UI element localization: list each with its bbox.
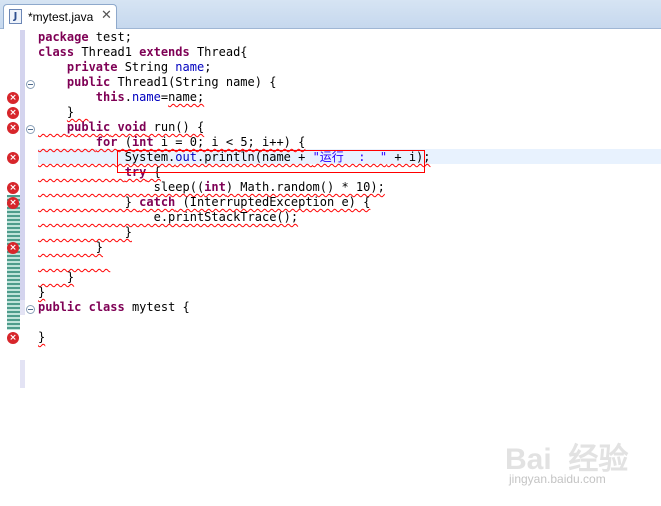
java-file-icon: J (9, 9, 22, 24)
tab-title: *mytest.java (28, 10, 94, 24)
code-line-13[interactable]: e.printStackTrace(); (38, 210, 661, 225)
close-icon[interactable]: ✕ (101, 8, 112, 23)
scope-indicator-lower (20, 360, 25, 388)
code-line-14[interactable]: } (38, 225, 661, 240)
code-line-15[interactable]: } (38, 240, 661, 255)
tab-mytest-java[interactable]: J *mytest.java ✕ (3, 4, 117, 29)
code-line-21[interactable]: } (38, 330, 661, 345)
code-line-19[interactable]: public class mytest { (38, 300, 661, 315)
baidu-jingyan-watermark: Bai 经验 jingyan.baidu.com (503, 432, 633, 494)
fold-toggle-mytest[interactable] (26, 305, 35, 314)
code-line-3[interactable]: private String name; (38, 60, 661, 75)
code-line-12[interactable]: } catch (InterruptedException e) { (38, 195, 661, 210)
error-icon[interactable]: × (7, 332, 19, 344)
code-line-4[interactable]: public Thread1(String name) { (38, 75, 661, 90)
code-line-1[interactable]: package test; (38, 30, 661, 45)
error-icon[interactable]: × (7, 92, 19, 104)
code-line-17[interactable]: } (38, 270, 661, 285)
error-icon[interactable]: × (7, 107, 19, 119)
scope-indicator (20, 30, 25, 300)
code-line-7[interactable]: public void run() { (38, 120, 661, 135)
fold-toggle-run[interactable] (26, 125, 35, 134)
code-line-16[interactable] (38, 255, 661, 270)
error-icon[interactable]: × (7, 182, 19, 194)
editor-tab-bar: J *mytest.java ✕ (0, 0, 661, 29)
code-line-6[interactable]: } (38, 105, 661, 120)
error-icon[interactable]: × (7, 152, 19, 164)
code-line-8[interactable]: for (int i = 0; i < 5; i++) { (38, 135, 661, 150)
error-icon[interactable]: × (7, 197, 19, 209)
error-icon[interactable]: × (7, 242, 19, 254)
code-line-20[interactable] (38, 315, 661, 330)
error-icon[interactable]: × (7, 122, 19, 134)
quick-diff-change-stripe (7, 195, 20, 330)
annotation-highlight-box (117, 150, 425, 173)
code-line-18[interactable]: } (38, 285, 661, 300)
fold-toggle-constructor[interactable] (26, 80, 35, 89)
code-line-5[interactable]: this.name=name; (38, 90, 661, 105)
watermark-url: jingyan.baidu.com (509, 472, 606, 486)
scope-indicator-end (20, 300, 25, 315)
code-line-2[interactable]: class Thread1 extends Thread{ (38, 45, 661, 60)
code-line-11[interactable]: sleep((int) Math.random() * 10); (38, 180, 661, 195)
